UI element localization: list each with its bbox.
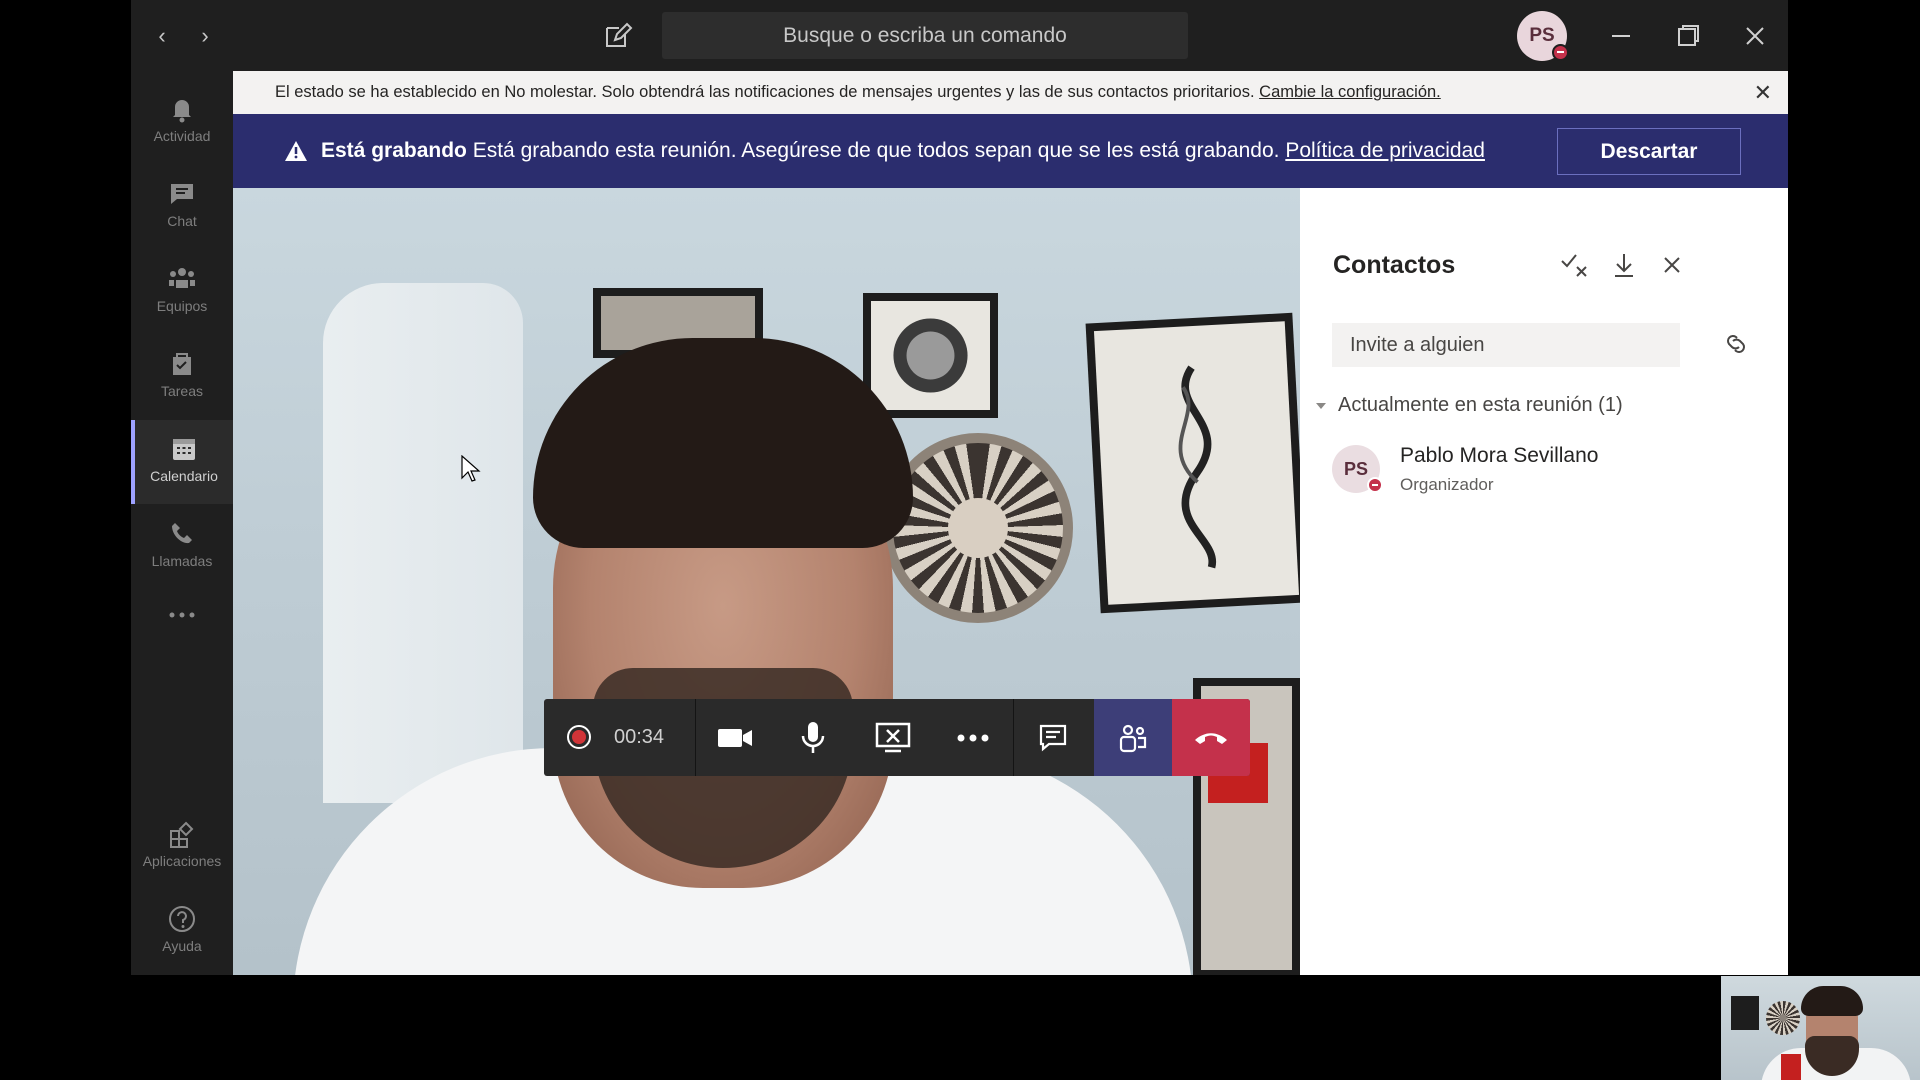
phone-icon (172, 523, 192, 544)
search-input[interactable]: Busque o escriba un comando (662, 12, 1188, 59)
participant-role: Organizador (1400, 475, 1494, 494)
video-feed: 00:34 (233, 188, 1300, 975)
camera-button[interactable] (696, 699, 774, 776)
recording-banner: Está grabando Está grabando esta reunión… (233, 114, 1788, 188)
do-not-disturb-icon (1367, 477, 1383, 493)
bell-icon (173, 100, 191, 123)
back-button[interactable]: ‹ (148, 22, 176, 50)
show-participants-button[interactable] (1094, 699, 1172, 776)
privacy-policy-link[interactable]: Política de privacidad (1285, 139, 1485, 162)
dnd-notification-banner: El estado se ha establecido en No molest… (233, 71, 1788, 114)
help-icon (169, 906, 195, 932)
chat-icon (171, 184, 193, 204)
mouse-cursor-icon (461, 455, 481, 482)
people-icon (1119, 724, 1147, 752)
close-icon[interactable] (1657, 250, 1687, 280)
close-window-icon[interactable] (1735, 16, 1775, 56)
compose-icon[interactable] (601, 20, 633, 52)
do-not-disturb-icon (1552, 44, 1569, 61)
title-bar: ‹ › Busque o escriba un comando PS (131, 0, 1788, 70)
invite-input[interactable] (1332, 323, 1680, 367)
more-icon (957, 734, 989, 741)
hang-up-icon (1195, 732, 1227, 744)
microphone-icon (801, 721, 825, 753)
share-screen-button[interactable] (854, 699, 932, 776)
sidebar-item-label: Ayuda (162, 938, 202, 954)
tasks-icon (173, 353, 191, 375)
avatar: PS (1332, 445, 1383, 493)
warning-icon (285, 141, 307, 161)
minimize-icon[interactable] (1601, 16, 1641, 56)
call-timer: 00:34 (614, 726, 665, 748)
calendar-icon (173, 439, 195, 460)
more-actions-button[interactable] (934, 699, 1012, 776)
download-icon[interactable] (1609, 250, 1639, 280)
sidebar-item-tareas[interactable]: Tareas (131, 335, 233, 419)
sidebar-item-label: Calendario (150, 468, 218, 484)
dnd-banner-text: El estado se ha establecido en No molest… (275, 83, 1255, 101)
sidebar-item-label: Llamadas (151, 553, 213, 569)
panel-title: Contactos (1333, 251, 1456, 279)
sidebar-item-calendario[interactable]: Calendario (131, 420, 233, 504)
avatar[interactable]: PS (1517, 11, 1569, 61)
teams-window: ‹ › Busque o escriba un comando PS Activ… (131, 0, 1788, 975)
sidebar-item-label: Actividad (153, 128, 211, 144)
more-icon (169, 612, 195, 618)
sidebar-item-aplicaciones[interactable]: Aplicaciones (131, 805, 233, 889)
more-apps-button[interactable] (131, 590, 233, 640)
participants-panel: Contactos Actualmente en esta reunión (1… (1300, 188, 1788, 975)
avatar-initials: PS (1343, 459, 1368, 479)
in-meeting-section-header[interactable]: Actualmente en esta reunión (1) (1312, 394, 1623, 417)
close-icon[interactable]: ✕ (1754, 71, 1772, 114)
restore-icon[interactable] (1668, 16, 1708, 56)
sidebar-item-ayuda[interactable]: Ayuda (131, 890, 233, 974)
dismiss-button[interactable]: Descartar (1557, 128, 1741, 175)
stop-sharing-icon (875, 722, 911, 752)
video-camera-icon (718, 728, 752, 747)
left-rail: Actividad Chat Equipos Tareas Calendario… (131, 70, 233, 975)
chevron-down-icon (1316, 402, 1326, 409)
sidebar-item-label: Chat (167, 213, 197, 229)
conversation-button[interactable] (1014, 699, 1092, 776)
sidebar-item-label: Tareas (160, 383, 204, 399)
change-settings-link[interactable]: Cambie la configuración. (1259, 83, 1441, 101)
chat-icon (1039, 724, 1067, 751)
sidebar-item-equipos[interactable]: Equipos (131, 250, 233, 334)
sidebar-item-label: Aplicaciones (142, 853, 222, 869)
sidebar-item-label: Equipos (156, 298, 208, 314)
copy-link-icon[interactable] (1720, 328, 1752, 360)
recording-title: Está grabando (321, 139, 467, 162)
teams-icon (169, 268, 195, 288)
participant-item[interactable]: PS Pablo Mora Sevillano Organizador (1330, 438, 1750, 502)
apps-icon (170, 821, 194, 848)
sidebar-item-actividad[interactable]: Actividad (131, 80, 233, 164)
forward-button[interactable]: › (191, 22, 219, 50)
microphone-button[interactable] (774, 699, 852, 776)
avatar-initials: PS (1529, 25, 1555, 46)
hang-up-button[interactable] (1172, 699, 1250, 776)
self-view-video[interactable] (1721, 976, 1920, 1080)
recording-text: Está grabando esta reunión. Asegúrese de… (472, 139, 1280, 162)
sidebar-item-chat[interactable]: Chat (131, 165, 233, 249)
call-controls: 00:34 (544, 699, 1250, 776)
recording-indicator-icon (567, 725, 591, 749)
mute-all-icon[interactable] (1560, 250, 1590, 280)
participant-name: Pablo Mora Sevillano (1400, 444, 1599, 467)
section-label: Actualmente en esta reunión (1) (1338, 394, 1623, 416)
sidebar-item-llamadas[interactable]: Llamadas (131, 505, 233, 589)
